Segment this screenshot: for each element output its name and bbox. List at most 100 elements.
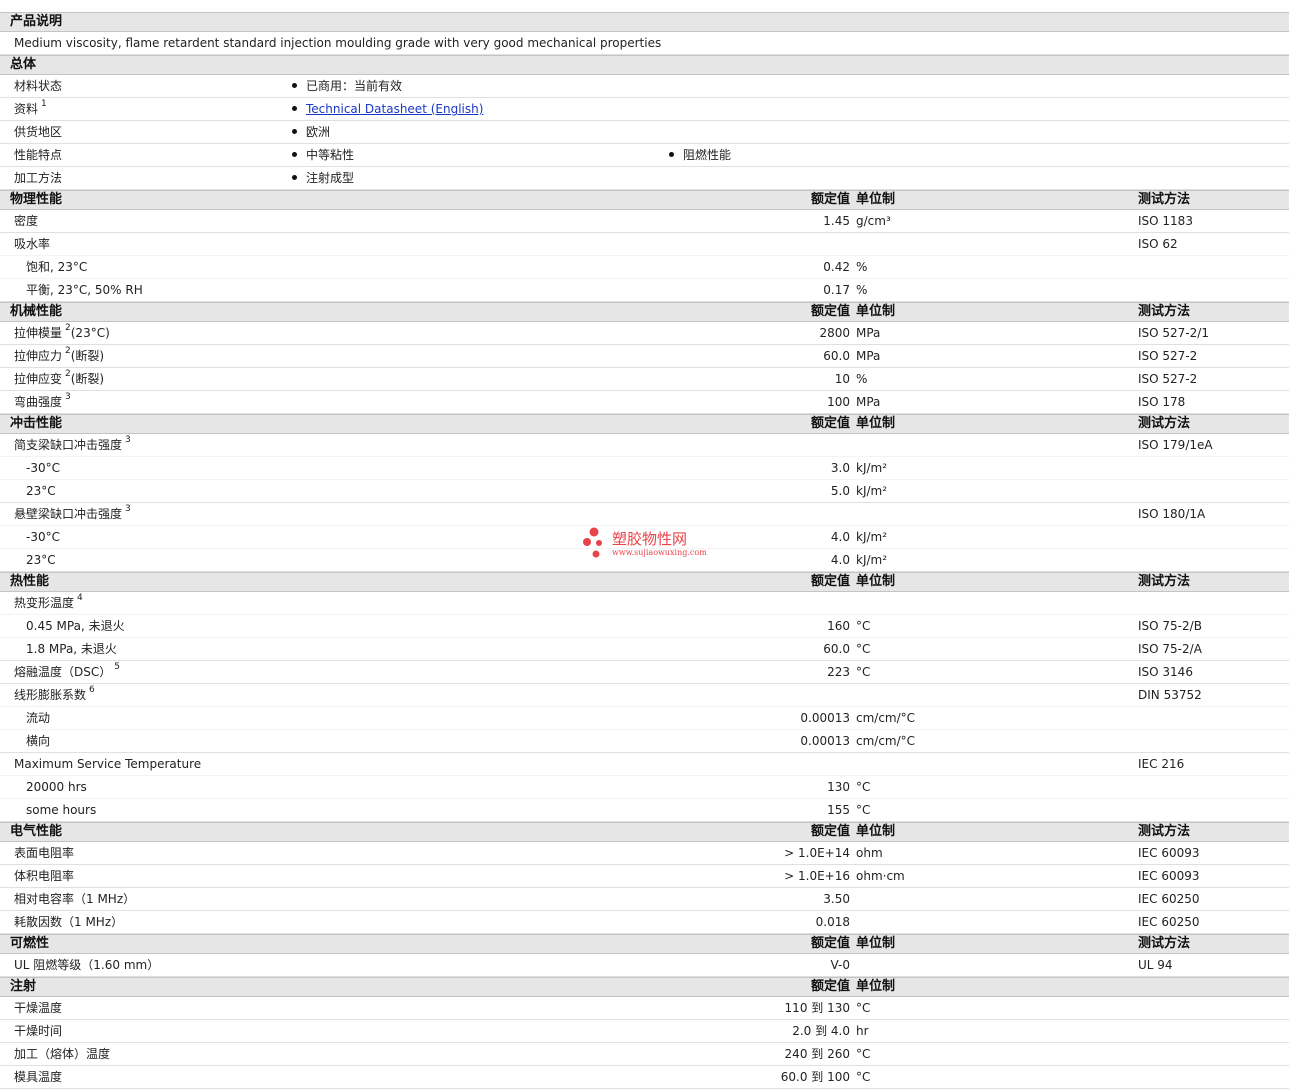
section-header: 热性能 额定值 单位制 测试方法	[0, 572, 1289, 592]
property-label-text: 简支梁缺口冲击强度	[14, 438, 123, 452]
property-value: 0.018	[815, 915, 850, 929]
property-label-text: UL 阻燃等级（1.60 mm）	[14, 958, 160, 972]
column-header-unit: 单位制	[856, 824, 896, 839]
property-label: 1.8 MPa, 未退火	[26, 638, 117, 661]
property-value: 0.00013	[800, 711, 850, 725]
property-label: 横向	[26, 730, 50, 753]
property-value: 2.0 到 4.0	[792, 1024, 850, 1038]
property-label-text: 悬壁梁缺口冲击强度	[14, 507, 123, 521]
bullet-item: Technical Datasheet (English)	[292, 98, 483, 121]
property-value: 1.45	[823, 214, 850, 228]
property-value: 0.00013	[800, 734, 850, 748]
property-label: 体积电阻率	[14, 865, 74, 888]
property-row: 1.8 MPa, 未退火 60.0 °C ISO 75-2/A	[0, 638, 1289, 661]
property-label: 加工（熔体）温度	[14, 1043, 110, 1066]
footnote-marker: 3	[125, 435, 131, 445]
test-method: ISO 527-2	[1138, 372, 1198, 386]
property-row: 简支梁缺口冲击强度 3 ISO 179/1eA	[0, 434, 1289, 457]
property-label-text: 供货地区	[14, 125, 63, 139]
property-value: 5.0	[830, 484, 850, 498]
column-header-unit: 单位制	[856, 192, 896, 207]
test-method: ISO 1183	[1138, 214, 1193, 228]
test-method: ISO 527-2/1	[1138, 326, 1209, 340]
column-header-test: 测试方法	[1138, 936, 1191, 951]
section-title: 机械性能	[10, 304, 63, 319]
test-method: ISO 527-2	[1138, 349, 1198, 363]
property-value: > 1.0E+16	[784, 869, 850, 883]
bullet-text: 注射成型	[306, 171, 355, 185]
bullet-icon	[292, 175, 297, 180]
property-condition: (断裂)	[70, 372, 105, 386]
column-header-value: 额定值	[810, 979, 850, 994]
property-value: > 1.0E+14	[784, 846, 850, 860]
property-label: UL 阻燃等级（1.60 mm）	[14, 954, 159, 977]
property-row: 密度 1.45 g/cm³ ISO 1183	[0, 210, 1289, 233]
property-label-text: 材料状态	[14, 79, 63, 93]
test-method: ISO 3146	[1138, 665, 1193, 679]
property-unit: %	[856, 260, 868, 274]
property-label: some hours	[26, 799, 96, 822]
property-row: 模具温度 60.0 到 100 °C	[0, 1066, 1289, 1089]
property-unit: %	[856, 372, 868, 386]
property-label-text: -30°C	[26, 461, 60, 475]
property-label: 表面电阻率	[14, 842, 74, 865]
footnote-marker: 2	[65, 323, 71, 333]
footnote-marker: 2	[65, 346, 71, 356]
property-label: 模具温度	[14, 1066, 62, 1089]
property-row: -30°C 3.0 kJ/m²	[0, 457, 1289, 480]
test-method: IEC 60093	[1138, 846, 1200, 860]
description-text: Medium viscosity, flame retardent standa…	[14, 36, 662, 50]
property-value: 240 到 260	[784, 1047, 850, 1061]
footnote-marker: 5	[114, 662, 120, 672]
property-value: 2800	[819, 326, 850, 340]
property-label: 熔融温度（DSC） 5	[14, 661, 120, 684]
property-label: 耗散因数（1 MHz）	[14, 911, 123, 934]
property-row: 拉伸模量 2(23°C) 2800 MPa ISO 527-2/1	[0, 322, 1289, 345]
property-label: 拉伸应变 2(断裂)	[14, 368, 104, 391]
column-header-test: 测试方法	[1138, 304, 1191, 319]
section-header: 冲击性能 额定值 单位制 测试方法	[0, 414, 1289, 434]
property-unit: °C	[856, 803, 871, 817]
test-method: ISO 75-2/B	[1138, 619, 1202, 633]
property-label: 20000 hrs	[26, 776, 87, 799]
section-title: 物理性能	[10, 192, 63, 207]
column-header-value: 额定值	[810, 824, 850, 839]
property-label-text: 拉伸应变	[14, 372, 63, 386]
general-row: 供货地区 欧洲	[0, 121, 1289, 144]
property-label-text: 密度	[14, 214, 39, 228]
property-label: 热变形温度 4	[14, 592, 83, 615]
property-label: -30°C	[26, 526, 60, 549]
property-row: 吸水率 ISO 62	[0, 233, 1289, 256]
property-unit: cm/cm/°C	[856, 734, 916, 748]
property-row: 23°C 4.0 kJ/m²	[0, 549, 1289, 572]
property-unit: ohm·cm	[856, 869, 905, 883]
column-header-unit: 单位制	[856, 304, 896, 319]
column-header-test: 测试方法	[1138, 192, 1191, 207]
property-row: 干燥温度 110 到 130 °C	[0, 997, 1289, 1020]
datasheet-link[interactable]: Technical Datasheet (English)	[306, 102, 483, 116]
bullet-text: 阻燃性能	[683, 148, 732, 162]
property-label: Maximum Service Temperature	[14, 753, 201, 776]
test-method: ISO 62	[1138, 237, 1178, 251]
property-value: 60.0	[823, 642, 850, 656]
property-unit: °C	[856, 665, 871, 679]
property-value: 10	[834, 372, 850, 386]
test-method: IEC 60250	[1138, 915, 1200, 929]
property-label: 流动	[26, 707, 50, 730]
property-label-text: 23°C	[26, 553, 56, 567]
section-header: 注射 额定值 单位制	[0, 977, 1289, 997]
property-label-text: 拉伸模量	[14, 326, 63, 340]
column-header-unit: 单位制	[856, 416, 896, 431]
property-label: 加工方法	[14, 167, 62, 190]
property-label-text: 模具温度	[14, 1070, 63, 1084]
property-row: 20000 hrs 130 °C	[0, 776, 1289, 799]
property-value: 60.0	[823, 349, 850, 363]
column-header-test: 测试方法	[1138, 824, 1191, 839]
property-label-text: Maximum Service Temperature	[14, 757, 202, 771]
property-unit: °C	[856, 1070, 871, 1084]
property-row: 干燥时间 2.0 到 4.0 hr	[0, 1020, 1289, 1043]
property-unit: °C	[856, 619, 871, 633]
description-row: Medium viscosity, flame retardent standa…	[0, 32, 1289, 55]
property-unit: °C	[856, 1001, 871, 1015]
section-title: 总体	[10, 57, 37, 72]
